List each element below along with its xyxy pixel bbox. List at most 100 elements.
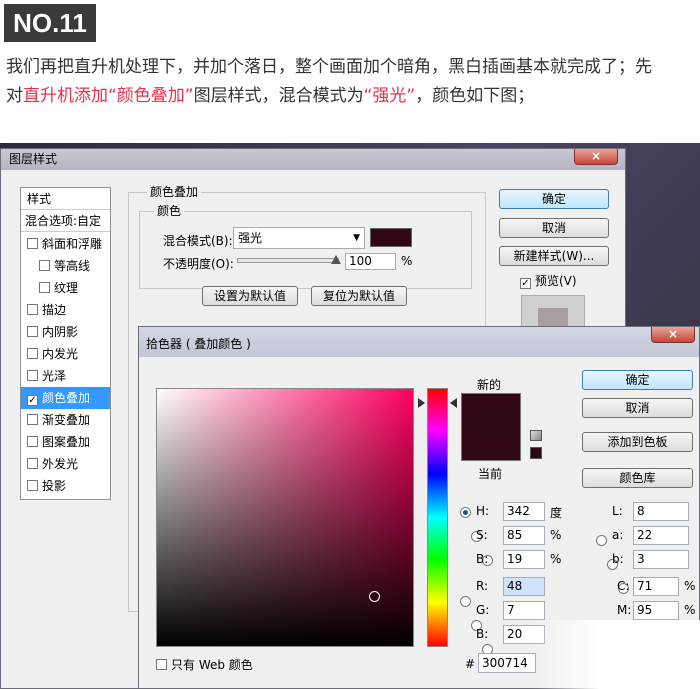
opacity-slider-thumb[interactable]: [331, 255, 341, 264]
channel-input[interactable]: 95: [633, 601, 679, 620]
style-item[interactable]: 渐变叠加: [21, 409, 110, 431]
corner-fade: [534, 620, 700, 689]
checkbox-icon: [27, 436, 38, 447]
style-item-label: 描边: [42, 303, 67, 317]
checkbox-icon: [27, 304, 38, 315]
cube-icon[interactable]: [530, 430, 542, 441]
color-field[interactable]: [156, 388, 414, 647]
new-color-swatch: [461, 393, 521, 461]
channel-unit: %: [684, 603, 696, 617]
channel-unit: 度: [550, 506, 563, 520]
channel-unit: %: [550, 528, 562, 542]
style-item[interactable]: 光泽: [21, 365, 110, 387]
reset-default-button[interactable]: 复位为默认值: [311, 286, 407, 306]
layer-style-titlebar: 图层样式 ×: [1, 149, 625, 170]
channel-unit: %: [550, 552, 562, 566]
section-badge: NO.11: [4, 4, 96, 42]
color-subgroup-title: 颜色: [154, 204, 185, 218]
channel-label: L:: [612, 504, 623, 518]
style-item-label: 投影: [42, 479, 67, 493]
hue-slider-right-arrow[interactable]: [450, 398, 457, 408]
style-item[interactable]: 描边: [21, 299, 110, 321]
style-item[interactable]: 纹理: [21, 277, 110, 299]
color-subgroup: [139, 211, 472, 289]
style-item[interactable]: 斜面和浮雕: [21, 233, 110, 255]
opacity-input[interactable]: 100: [345, 253, 396, 270]
style-item-label: 颜色叠加: [42, 391, 91, 405]
web-safe-swatch[interactable]: [530, 447, 542, 459]
checkbox-icon: [27, 458, 38, 469]
channel-label: M:: [617, 603, 632, 617]
channel-input[interactable]: 85: [503, 526, 545, 545]
close-icon[interactable]: ×: [651, 327, 695, 343]
blend-mode-select[interactable]: 强光 ▼: [233, 227, 365, 249]
hue-slider-left-arrow[interactable]: [418, 398, 425, 408]
style-item[interactable]: 外发光: [21, 453, 110, 475]
style-item[interactable]: 图案叠加: [21, 431, 110, 453]
style-item[interactable]: 投影: [21, 475, 110, 497]
hex-label: #: [465, 657, 476, 671]
style-item-label: 内阴影: [42, 325, 79, 339]
checkbox-icon: [27, 480, 38, 491]
style-item-label: 等高线: [54, 259, 91, 273]
checkbox-icon: [39, 282, 50, 293]
color-libraries-button[interactable]: 颜色库: [582, 468, 693, 488]
checkbox-icon: ✓: [27, 395, 38, 406]
style-item[interactable]: ✓ 颜色叠加: [21, 387, 110, 409]
style-item[interactable]: 内发光: [21, 343, 110, 365]
channel-label: b:: [612, 552, 624, 566]
checkbox-icon: [27, 414, 38, 425]
style-item-label: 渐变叠加: [42, 413, 91, 427]
color-overlay-title: 颜色叠加: [147, 185, 202, 199]
checkbox-icon: [27, 370, 38, 381]
blend-options-item[interactable]: 混合选项:自定: [21, 210, 110, 232]
intro-line-1: 我们再把直升机处理下，并加个落日，整个画面加个暗角，黑白插画基本就完成了；先: [6, 57, 652, 77]
style-item-label: 斜面和浮雕: [42, 237, 103, 251]
channel-input[interactable]: 22: [633, 526, 689, 545]
channel-input[interactable]: 48: [503, 577, 545, 596]
radio-button[interactable]: [596, 535, 607, 546]
picker-ok-button[interactable]: 确定: [582, 370, 693, 390]
layer-style-title: 图层样式: [9, 152, 58, 166]
channel-label: G:: [476, 603, 490, 617]
style-item-label: 光泽: [42, 369, 67, 383]
color-field-cursor[interactable]: [369, 591, 380, 602]
hue-slider[interactable]: [427, 388, 448, 647]
style-list: 样式 混合选项:自定 斜面和浮雕等高线纹理描边内阴影内发光光泽 ✓ 颜色叠加渐变叠加…: [20, 187, 111, 500]
channel-input[interactable]: 342: [503, 502, 545, 521]
channel-input[interactable]: 8: [633, 502, 689, 521]
intro-text: 我们再把直升机处理下，并加个落日，整个画面加个暗角，黑白插画基本就完成了；先 对…: [6, 53, 696, 111]
channel-input[interactable]: 7: [503, 601, 545, 620]
channel-label: B:: [476, 627, 489, 641]
ok-button[interactable]: 确定: [499, 189, 609, 209]
style-item[interactable]: 等高线: [21, 255, 110, 277]
checkbox-icon: [27, 238, 38, 249]
hex-input[interactable]: 300714: [478, 653, 536, 673]
channel-label: C:: [617, 579, 630, 593]
channel-input[interactable]: 71: [633, 577, 679, 596]
opacity-slider-track[interactable]: [237, 258, 339, 263]
new-style-button[interactable]: 新建样式(W)...: [499, 246, 609, 266]
channel-label: H:: [476, 504, 490, 518]
style-list-header: 样式: [21, 188, 110, 210]
checkmark-icon: ✓: [520, 278, 531, 289]
web-only-checkbox[interactable]: 只有 Web 颜色: [156, 656, 253, 673]
radio-button[interactable]: [460, 507, 471, 518]
style-item-label: 外发光: [42, 457, 79, 471]
overlay-color-swatch[interactable]: [370, 228, 412, 247]
close-icon[interactable]: ×: [574, 149, 618, 165]
color-picker-title: 拾色器 ( 叠加颜色 ): [146, 337, 251, 351]
style-item-label: 纹理: [54, 281, 79, 295]
checkbox-icon: [27, 326, 38, 337]
style-item[interactable]: 内阴影: [21, 321, 110, 343]
radio-button[interactable]: [460, 596, 471, 607]
channel-input[interactable]: 3: [633, 550, 689, 569]
picker-cancel-button[interactable]: 取消: [582, 398, 693, 418]
preview-checkbox[interactable]: ✓ 预览(V): [520, 272, 577, 289]
style-item-label: 图案叠加: [42, 435, 91, 449]
add-to-swatches-button[interactable]: 添加到色板: [582, 432, 693, 452]
cancel-button[interactable]: 取消: [499, 218, 609, 238]
blend-mode-label: 混合模式(B):: [163, 234, 233, 248]
make-default-button[interactable]: 设置为默认值: [202, 286, 298, 306]
channel-input[interactable]: 19: [503, 550, 545, 569]
